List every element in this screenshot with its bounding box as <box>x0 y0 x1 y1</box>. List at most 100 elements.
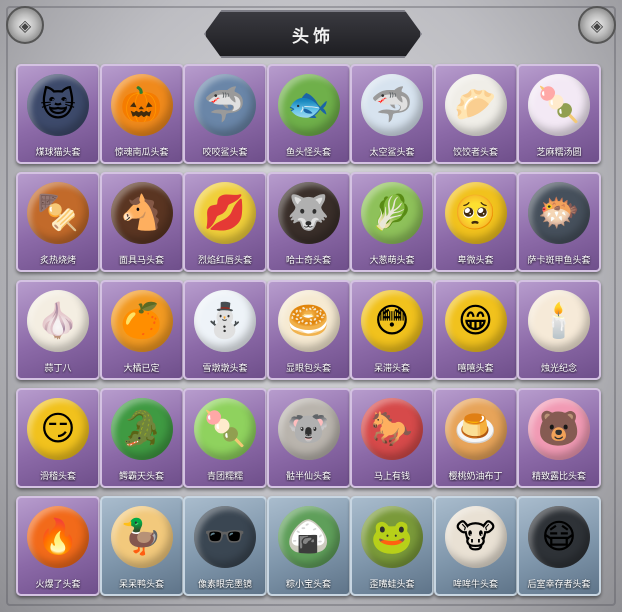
item-card[interactable]: 🐻 精致露比头套 <box>517 388 601 488</box>
bun-head-icon: 🥯 <box>277 290 340 352</box>
zongzi-head-icon: 🍙 <box>277 506 340 568</box>
frog-head-icon: 🐸 <box>361 506 423 568</box>
item-card[interactable]: 🐡 萨卡斑甲鱼头套 <box>517 172 601 272</box>
item-card[interactable]: 🧄 蒜丁八 <box>16 280 100 380</box>
item-label: 火爆了头套 <box>35 580 81 590</box>
item-label: 精致露比头套 <box>531 472 586 482</box>
item-card[interactable]: 🍢 炙热烧烤 <box>16 172 100 272</box>
item-label: 烛光纪念 <box>540 364 577 374</box>
item-label: 呆滞头套 <box>373 364 410 374</box>
item-label: 后室幸存者头套 <box>527 580 591 590</box>
dumpling-head-icon: 🥟 <box>444 74 507 136</box>
item-card[interactable]: 🎃 惊魂南瓜头套 <box>99 64 184 164</box>
item-card[interactable]: 🐸 歪嘴蛙头套 <box>350 496 434 596</box>
item-card[interactable]: 🐊 鳄霸天头套 <box>99 388 184 488</box>
item-card[interactable]: 🥺 卑微头套 <box>433 172 518 272</box>
item-card[interactable]: 🍮 樱桃奶油布丁 <box>433 388 518 488</box>
item-card[interactable]: 🕯️ 烛光纪念 <box>517 280 601 380</box>
humble-emoji-head-icon: 🥺 <box>444 182 507 244</box>
item-label: 雪墩墩头套 <box>202 364 248 374</box>
fire-head-icon: 🔥 <box>27 506 89 568</box>
item-label: 惊魂南瓜头套 <box>114 148 169 158</box>
item-card[interactable]: 💋 烈焰红唇头套 <box>183 172 267 272</box>
garlic-head-icon: 🧄 <box>27 290 89 352</box>
item-card[interactable]: 🍊 大橘已定 <box>99 280 184 380</box>
item-card[interactable]: 😏 滑稽头套 <box>16 388 100 488</box>
item-label: 大葱萌头套 <box>369 256 415 266</box>
item-label: 烈焰红唇头套 <box>197 256 252 266</box>
item-label: 卑微头套 <box>457 256 494 266</box>
item-card[interactable]: 🐨 骷半仙头套 <box>266 388 351 488</box>
lips-head-icon: 💋 <box>194 182 256 244</box>
item-label: 粽小宝头套 <box>285 580 331 590</box>
item-label: 嘻嘻头套 <box>457 364 494 374</box>
pumpkin-head-icon: 🎃 <box>110 74 173 136</box>
gas-mask-head-icon: 😷 <box>528 506 590 568</box>
cow-head-icon: 🐮 <box>444 506 507 568</box>
item-label: 马上有钱 <box>373 472 410 482</box>
item-label: 太空鲨头套 <box>369 148 415 158</box>
item-card[interactable]: 😳 呆滞头套 <box>350 280 434 380</box>
red-horse-head-icon: 🐎 <box>361 398 423 460</box>
snowman-head-icon: ⛄ <box>194 290 256 352</box>
item-label: 鳄霸天头套 <box>118 472 164 482</box>
smirk-emoji-head-icon: 😏 <box>27 398 89 460</box>
item-card[interactable]: 🐮 哞哞牛头套 <box>433 496 518 596</box>
item-card[interactable]: 🔥 火爆了头套 <box>16 496 100 596</box>
husky-head-icon: 🐺 <box>277 182 340 244</box>
item-card[interactable]: 🍙 粽小宝头套 <box>266 496 351 596</box>
item-label: 煤球猫头套 <box>35 148 81 158</box>
item-label: 萨卡斑甲鱼头套 <box>527 256 591 266</box>
page-title: 头饰 <box>292 26 334 47</box>
pixel-sunglasses-icon: 🕶️ <box>194 506 256 568</box>
item-card[interactable]: 🥯 显眼包头套 <box>266 280 351 380</box>
item-card[interactable]: 🕶️ 像素眼完墨镜 <box>183 496 267 596</box>
item-label: 歪嘴蛙头套 <box>369 580 415 590</box>
dazed-emoji-head-icon: 😳 <box>361 290 423 352</box>
ornament-right-icon: ◈ <box>578 6 616 44</box>
item-label: 滑稽头套 <box>39 472 76 482</box>
orange-head-icon: 🍊 <box>110 290 173 352</box>
fish-monster-head-icon: 🐟 <box>277 74 340 136</box>
bbq-head-icon: 🍢 <box>27 182 89 244</box>
item-card[interactable]: 🦈 太空鲨头套 <box>350 64 434 164</box>
item-card[interactable]: 🍡 芝麻糯汤圆 <box>517 64 601 164</box>
item-card[interactable]: 🥬 大葱萌头套 <box>350 172 434 272</box>
item-label: 面具马头套 <box>118 256 164 266</box>
koala-head-icon: 🐨 <box>277 398 340 460</box>
ornament-left-icon: ◈ <box>6 6 44 44</box>
item-label: 青团糯糯 <box>206 472 243 482</box>
item-card[interactable]: 😁 嘻嘻头套 <box>433 280 518 380</box>
armored-fish-head-icon: 🐡 <box>528 182 590 244</box>
item-label: 呆呆鸭头套 <box>118 580 164 590</box>
cat-head-icon: 😺 <box>27 74 89 136</box>
item-card[interactable]: 😷 后室幸存者头套 <box>517 496 601 596</box>
item-card[interactable]: 🐎 马上有钱 <box>350 388 434 488</box>
item-card[interactable]: 🥟 饺饺者头套 <box>433 64 518 164</box>
item-card[interactable]: 🐟 鱼头怪头套 <box>266 64 351 164</box>
item-label: 显眼包头套 <box>285 364 331 374</box>
item-card[interactable]: 🍡 青团糯糯 <box>183 388 267 488</box>
item-card[interactable]: 🦆 呆呆鸭头套 <box>99 496 184 596</box>
item-label: 樱桃奶油布丁 <box>448 472 503 482</box>
rice-ball-head-icon: 🍡 <box>528 74 590 136</box>
pink-bear-head-icon: 🐻 <box>528 398 590 460</box>
item-label: 鱼头怪头套 <box>285 148 331 158</box>
horse-head-icon: 🐴 <box>110 182 173 244</box>
item-label: 蒜丁八 <box>44 364 72 374</box>
pudding-head-icon: 🍮 <box>444 398 507 460</box>
crocodile-head-icon: 🐊 <box>110 398 173 460</box>
item-card[interactable]: 😺 煤球猫头套 <box>16 64 100 164</box>
title-banner: 头饰 <box>204 10 422 58</box>
item-card[interactable]: 🐺 哈士奇头套 <box>266 172 351 272</box>
item-card[interactable]: 🦈 咬咬鲨头套 <box>183 64 267 164</box>
item-card[interactable]: 🐴 面具马头套 <box>99 172 184 272</box>
candle-head-icon: 🕯️ <box>528 290 590 352</box>
item-label: 哈士奇头套 <box>285 256 331 266</box>
grin-emoji-head-icon: 😁 <box>444 290 507 352</box>
item-label: 炙热烧烤 <box>39 256 76 266</box>
item-card[interactable]: ⛄ 雪墩墩头套 <box>183 280 267 380</box>
item-label: 咬咬鲨头套 <box>202 148 248 158</box>
shark-head-icon: 🦈 <box>194 74 256 136</box>
item-label: 芝麻糯汤圆 <box>536 148 582 158</box>
